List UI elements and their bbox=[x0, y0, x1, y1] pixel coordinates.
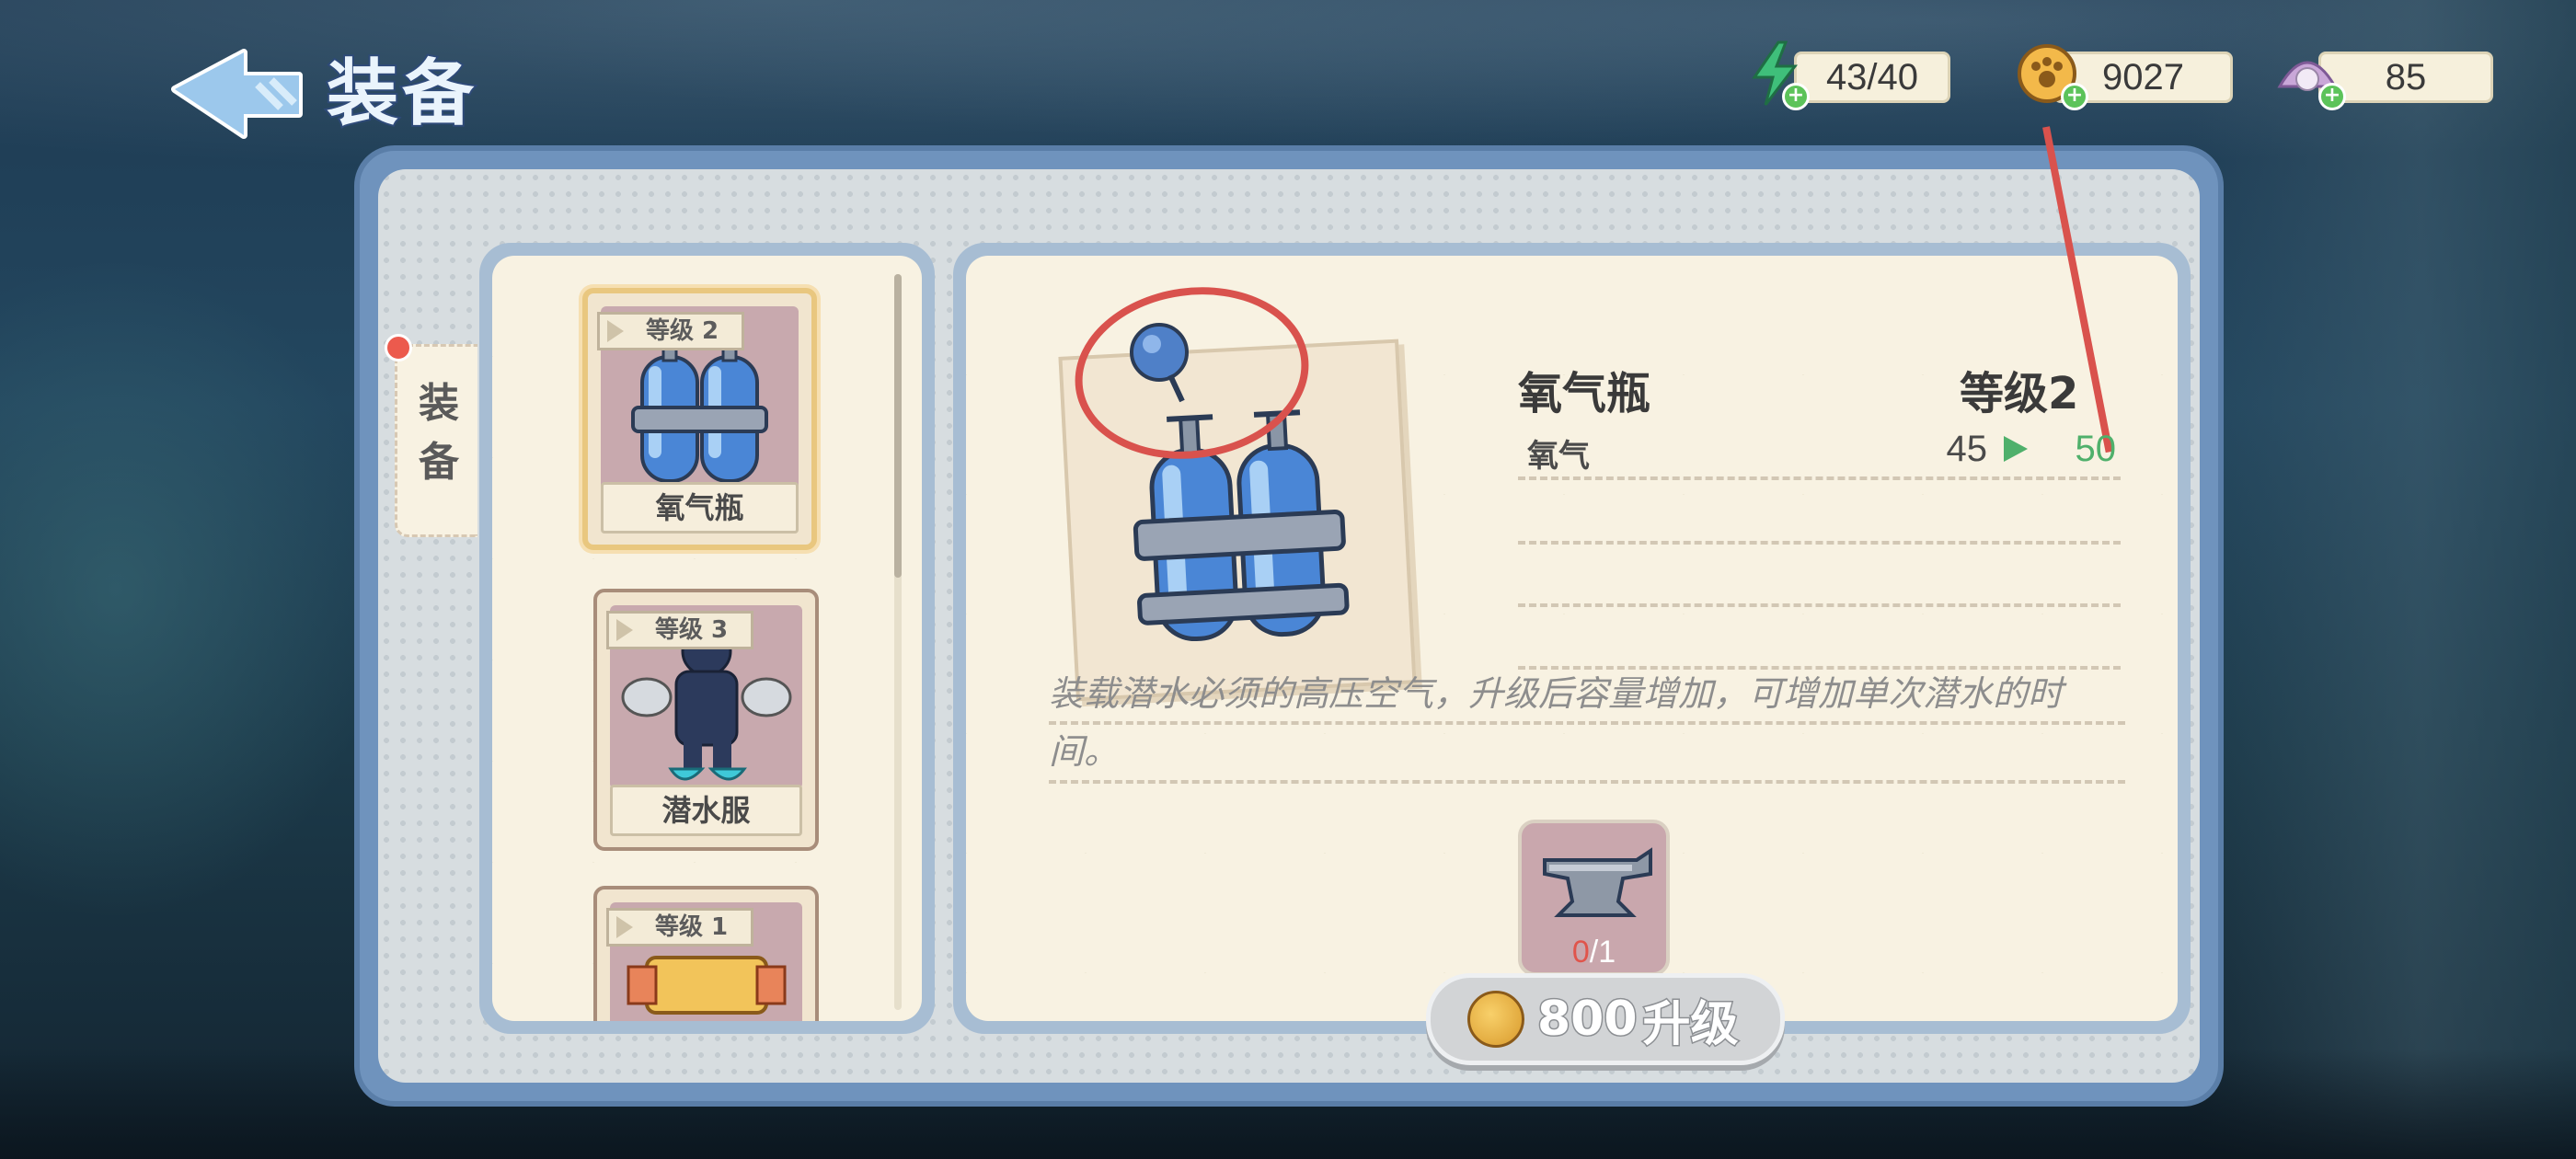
upgrade-arrow-icon bbox=[2004, 436, 2028, 462]
page-title: 装备 bbox=[325, 51, 478, 137]
description-divider bbox=[1049, 780, 2125, 784]
item-name-label: 潜水服 bbox=[610, 785, 802, 836]
material-slot[interactable]: 0/1 bbox=[1518, 820, 1670, 976]
paw-coin-icon bbox=[1467, 991, 1524, 1048]
anvil-icon bbox=[1543, 847, 1652, 917]
background-rocks-right bbox=[2190, 0, 2576, 1159]
material-count: 0/1 bbox=[1522, 935, 1666, 970]
upgrade-button[interactable]: 800 升级 bbox=[1426, 973, 1785, 1065]
stat-row-empty bbox=[1518, 611, 2121, 670]
back-arrow-icon bbox=[171, 49, 303, 139]
tab-equipment-label-1: 装 bbox=[419, 380, 459, 427]
tab-equipment[interactable]: 装 备 bbox=[385, 334, 477, 537]
detail-item-level: 等级2 bbox=[1960, 368, 2079, 419]
coin-add-button[interactable]: + bbox=[2061, 83, 2088, 110]
background-rocks-left bbox=[0, 258, 386, 920]
back-button[interactable] bbox=[170, 48, 308, 140]
equipment-panel-inner: 装 备 等级 2 氧气瓶 等级 3 潜水服 等级 1 氧气瓶 等级2 氧气 45… bbox=[378, 126, 2200, 1083]
stat-row-oxygen: 氧气 45 50 bbox=[1518, 421, 2121, 480]
energy-add-button[interactable]: + bbox=[1782, 83, 1810, 110]
stat-row-empty bbox=[1518, 486, 2121, 545]
upgrade-label: 升级 bbox=[1641, 995, 1740, 1053]
upgrade-cost: 800 bbox=[1536, 991, 1639, 1049]
list-scrollbar[interactable] bbox=[894, 274, 902, 1010]
energy-counter: 43/40 bbox=[1794, 52, 1950, 103]
tab-equipment-label-2: 备 bbox=[419, 439, 459, 486]
list-item-diving-suit[interactable]: 等级 3 潜水服 bbox=[593, 589, 819, 851]
pearl-add-button[interactable]: + bbox=[2318, 83, 2346, 110]
pearl-value: 85 bbox=[2385, 56, 2427, 98]
equipment-panel: 装 备 等级 2 氧气瓶 等级 3 潜水服 等级 1 氧气瓶 等级2 氧气 45… bbox=[354, 126, 2224, 1107]
coin-value: 9027 bbox=[2102, 56, 2184, 98]
stat-current-value: 45 bbox=[1946, 429, 1988, 469]
material-have: 0 bbox=[1571, 935, 1590, 970]
detail-item-name: 氧气瓶 bbox=[1518, 368, 1651, 419]
item-level-badge: 等级 1 bbox=[606, 908, 753, 947]
equipment-list: 等级 2 氧气瓶 等级 3 潜水服 等级 1 bbox=[479, 243, 935, 1034]
equipment-detail: 氧气瓶 等级2 氧气 45 50 装载潜水必须的高压空气，升级后容量增加，可增加… bbox=[953, 126, 2191, 1065]
item-name-label: 氧气瓶 bbox=[601, 482, 799, 534]
stat-next-value: 50 bbox=[2075, 429, 2117, 469]
equipment-detail-inner: 氧气瓶 等级2 氧气 45 50 装载潜水必须的高压空气，升级后容量增加，可增加… bbox=[966, 126, 2178, 1065]
list-scrollbar-thumb[interactable] bbox=[894, 274, 902, 578]
item-level-badge: 等级 3 bbox=[606, 611, 753, 649]
item-level-badge: 等级 2 bbox=[597, 312, 744, 350]
description-divider bbox=[1049, 721, 2125, 725]
stat-label: 氧气 bbox=[1527, 438, 1590, 475]
list-item-oxygen-tank[interactable]: 等级 2 氧气瓶 bbox=[582, 288, 817, 550]
list-item-partial[interactable]: 等级 1 bbox=[593, 886, 819, 1021]
energy-value: 43/40 bbox=[1825, 56, 1919, 98]
equipment-list-inner[interactable]: 等级 2 氧气瓶 等级 3 潜水服 等级 1 bbox=[492, 256, 922, 1021]
notification-dot bbox=[385, 334, 412, 361]
material-need: /1 bbox=[1589, 935, 1616, 970]
stat-row-empty bbox=[1518, 548, 2121, 607]
